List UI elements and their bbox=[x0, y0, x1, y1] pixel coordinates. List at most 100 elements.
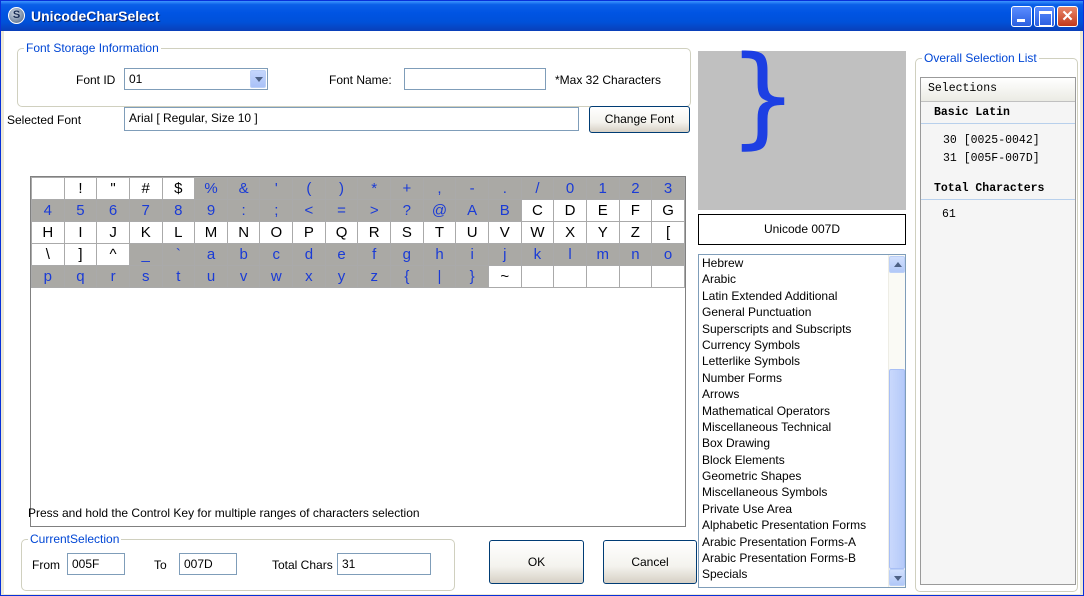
char-cell[interactable]: n bbox=[618, 243, 653, 266]
from-input[interactable]: 005F bbox=[67, 553, 125, 575]
ok-button[interactable]: OK bbox=[489, 540, 584, 584]
block-list-item[interactable]: Letterlike Symbols bbox=[699, 353, 905, 369]
char-cell[interactable]: f bbox=[357, 243, 392, 266]
char-cell[interactable]: ( bbox=[292, 177, 326, 200]
char-cell[interactable]: O bbox=[259, 221, 294, 244]
block-list-item[interactable]: Superscripts and Subscripts bbox=[699, 321, 905, 337]
block-list-item[interactable]: Mathematical Operators bbox=[699, 403, 905, 419]
char-cell[interactable]: = bbox=[324, 199, 359, 222]
char-cell[interactable]: R bbox=[357, 221, 392, 244]
char-cell[interactable]: 1 bbox=[585, 177, 620, 200]
char-cell[interactable]: & bbox=[226, 177, 261, 200]
char-cell[interactable]: N bbox=[226, 221, 261, 244]
minimize-button[interactable] bbox=[1011, 6, 1032, 27]
char-cell[interactable]: - bbox=[455, 177, 489, 200]
char-cell[interactable]: p bbox=[31, 265, 65, 288]
block-list-item[interactable]: General Punctuation bbox=[699, 304, 905, 320]
char-cell[interactable]: # bbox=[128, 177, 163, 200]
change-font-button[interactable]: Change Font bbox=[589, 106, 690, 133]
block-list-item[interactable]: Miscellaneous Symbols bbox=[699, 484, 905, 500]
char-cell[interactable]: A bbox=[455, 199, 489, 222]
font-name-input[interactable] bbox=[404, 68, 546, 90]
char-cell[interactable]: D bbox=[553, 199, 587, 222]
char-cell[interactable]: P bbox=[292, 221, 326, 244]
char-cell[interactable]: g bbox=[390, 243, 424, 266]
char-cell[interactable]: ? bbox=[390, 199, 424, 222]
char-cell[interactable]: ' bbox=[259, 177, 294, 200]
char-cell[interactable]: 4 bbox=[31, 199, 65, 222]
char-cell[interactable]: b bbox=[226, 243, 261, 266]
char-cell[interactable]: [ bbox=[651, 221, 685, 244]
char-cell[interactable]: J bbox=[96, 221, 130, 244]
block-list-item[interactable]: Specials bbox=[699, 566, 905, 582]
char-cell[interactable]: I bbox=[63, 221, 98, 244]
block-list-item[interactable]: Arrows bbox=[699, 386, 905, 402]
scroll-down-icon[interactable] bbox=[889, 569, 905, 586]
char-cell[interactable]: x bbox=[292, 265, 326, 288]
char-cell[interactable]: 6 bbox=[96, 199, 130, 222]
char-cell[interactable]: q bbox=[63, 265, 98, 288]
char-cell[interactable]: < bbox=[292, 199, 326, 222]
selection-range-item[interactable]: 31 [005F-007D] bbox=[921, 150, 1075, 168]
char-cell[interactable]: ] bbox=[63, 243, 98, 266]
char-cell[interactable]: % bbox=[194, 177, 228, 200]
block-list-item[interactable]: Block Elements bbox=[699, 452, 905, 468]
char-cell[interactable]: Q bbox=[324, 221, 359, 244]
scroll-up-icon[interactable] bbox=[889, 256, 905, 273]
block-list-item[interactable]: Hebrew bbox=[699, 255, 905, 271]
char-cell[interactable]: K bbox=[128, 221, 163, 244]
block-list-item[interactable]: Miscellaneous Technical bbox=[699, 419, 905, 435]
char-cell[interactable]: j bbox=[487, 243, 522, 266]
char-cell[interactable]: F bbox=[618, 199, 653, 222]
char-cell[interactable]: r bbox=[96, 265, 130, 288]
char-cell[interactable] bbox=[651, 265, 685, 288]
block-list-item[interactable]: Private Use Area bbox=[699, 501, 905, 517]
selection-list-panel[interactable]: Selections Basic Latin 30 [0025-0042] 31… bbox=[920, 77, 1076, 585]
char-cell[interactable]: . bbox=[487, 177, 522, 200]
char-cell[interactable] bbox=[520, 265, 555, 288]
block-list-item[interactable]: Arabic Presentation Forms-B bbox=[699, 550, 905, 566]
char-cell[interactable]: 2 bbox=[618, 177, 653, 200]
char-cell[interactable]: } bbox=[455, 265, 489, 288]
char-cell[interactable]: 5 bbox=[63, 199, 98, 222]
char-cell[interactable]: e bbox=[324, 243, 359, 266]
char-cell[interactable]: m bbox=[585, 243, 620, 266]
char-cell[interactable]: | bbox=[422, 265, 457, 288]
char-cell[interactable]: $ bbox=[161, 177, 196, 200]
char-cell[interactable]: ~ bbox=[487, 265, 522, 288]
char-cell[interactable]: _ bbox=[128, 243, 163, 266]
char-cell[interactable]: ) bbox=[324, 177, 359, 200]
char-cell[interactable]: ! bbox=[63, 177, 98, 200]
font-id-select[interactable]: 01 bbox=[124, 68, 268, 90]
char-cell[interactable]: / bbox=[520, 177, 555, 200]
char-cell[interactable]: G bbox=[651, 199, 685, 222]
char-cell[interactable]: 0 bbox=[553, 177, 587, 200]
char-cell[interactable] bbox=[553, 265, 587, 288]
char-cell[interactable]: d bbox=[292, 243, 326, 266]
block-list-item[interactable]: Arabic Presentation Forms-A bbox=[699, 534, 905, 550]
char-cell[interactable]: t bbox=[161, 265, 196, 288]
char-cell[interactable]: , bbox=[422, 177, 457, 200]
char-cell[interactable]: u bbox=[194, 265, 228, 288]
char-cell[interactable]: c bbox=[259, 243, 294, 266]
char-cell[interactable]: { bbox=[390, 265, 424, 288]
char-cell[interactable]: s bbox=[128, 265, 163, 288]
char-cell[interactable]: i bbox=[455, 243, 489, 266]
block-list-item[interactable]: Box Drawing bbox=[699, 435, 905, 451]
char-cell[interactable]: ; bbox=[259, 199, 294, 222]
block-list-item[interactable]: Number Forms bbox=[699, 370, 905, 386]
char-cell[interactable]: Z bbox=[618, 221, 653, 244]
char-cell[interactable] bbox=[618, 265, 653, 288]
char-cell[interactable]: U bbox=[455, 221, 489, 244]
to-input[interactable]: 007D bbox=[179, 553, 237, 575]
char-cell[interactable]: + bbox=[390, 177, 424, 200]
close-button[interactable]: ✕ bbox=[1057, 6, 1078, 27]
char-cell[interactable]: Y bbox=[585, 221, 620, 244]
char-cell[interactable]: * bbox=[357, 177, 392, 200]
char-cell[interactable]: " bbox=[96, 177, 130, 200]
chevron-down-icon[interactable] bbox=[250, 70, 266, 88]
char-cell[interactable]: L bbox=[161, 221, 196, 244]
char-cell[interactable] bbox=[31, 177, 65, 200]
char-cell[interactable]: 9 bbox=[194, 199, 228, 222]
block-list-item[interactable]: Alphabetic Presentation Forms bbox=[699, 517, 905, 533]
